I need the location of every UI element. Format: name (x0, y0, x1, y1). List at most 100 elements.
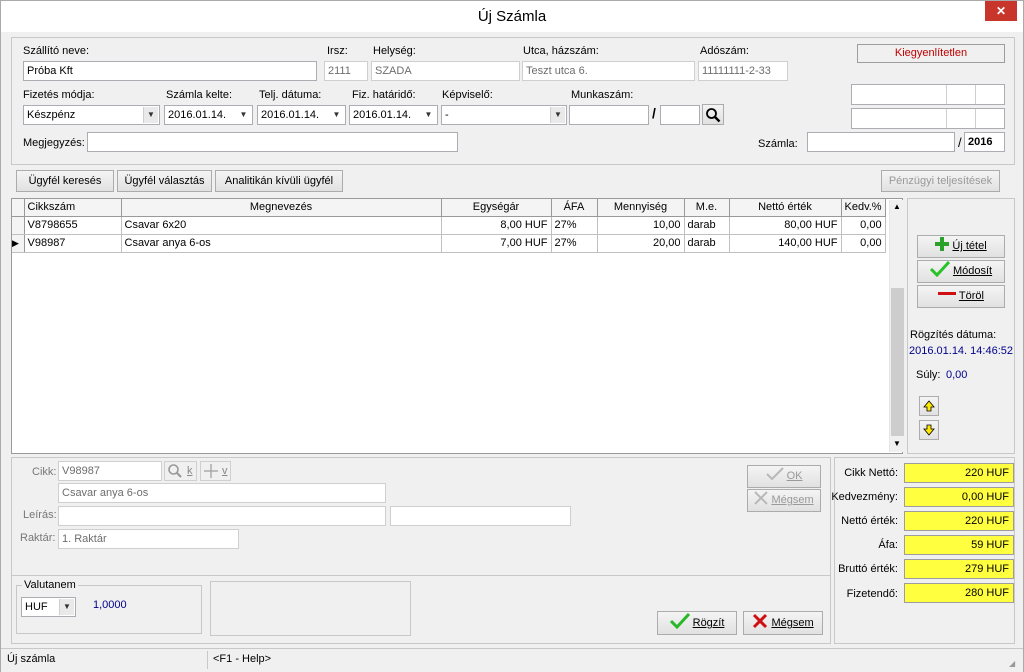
store-field[interactable]: 1. Raktár (58, 529, 239, 549)
zip-label: Irsz: (327, 45, 348, 57)
financial-label: Pénzügyi teljesítések (888, 175, 993, 187)
zip-field[interactable]: 2111 (324, 61, 368, 81)
extra-field-1[interactable] (851, 84, 1005, 105)
sum-label: Bruttó érték: (838, 563, 898, 575)
item-label: Cikk: (32, 466, 57, 478)
row-indicator: ▶ (12, 234, 25, 253)
checkmark-icon (929, 260, 950, 278)
weight-value: 0,00 (946, 369, 968, 381)
item-search-button[interactable]: k (164, 461, 197, 481)
outside-customer-button[interactable]: Analitikán kívüli ügyfél (215, 170, 343, 192)
cancel-button[interactable]: Mégsem (743, 611, 823, 635)
issue-date-picker[interactable]: 2016.01.14. ▼ (164, 105, 253, 125)
window-title: Új Számla (477, 8, 547, 25)
chevron-down-icon[interactable]: ▼ (421, 107, 436, 123)
col-header[interactable]: Nettó érték (729, 199, 842, 217)
divider (946, 85, 947, 104)
financial-button[interactable]: Pénzügyi teljesítések (881, 170, 1000, 192)
move-down-button[interactable] (919, 420, 939, 440)
supplier-name-field[interactable]: Próba Kft (23, 61, 317, 81)
sum-value: 280 HUF (904, 583, 1014, 603)
cancel-label: Mégsem (771, 617, 814, 629)
extra-field-2[interactable] (851, 108, 1005, 129)
cell-net: 140,00 HUF (729, 234, 842, 253)
col-header[interactable]: Kedv.% (841, 199, 886, 217)
item-code-field[interactable]: V98987 (58, 461, 162, 481)
chevron-down-icon[interactable]: ▼ (550, 107, 565, 123)
customer-select-button[interactable]: Ügyfél választás (117, 170, 212, 192)
invoice-year-field[interactable]: 2016 (964, 132, 1005, 152)
rec-date-value: 2016.01.14. 14:46:52 (909, 345, 1013, 357)
job-search-button[interactable] (702, 104, 724, 125)
street-field[interactable]: Teszt utca 6. (522, 61, 695, 81)
supplier-label: Szállító neve: (23, 45, 90, 57)
save-button[interactable]: Rögzít (657, 611, 737, 635)
col-header[interactable]: Mennyiség (597, 199, 685, 217)
col-header[interactable]: Megnevezés (121, 199, 442, 217)
close-icon[interactable]: ✕ (985, 1, 1017, 21)
desc-field-2[interactable] (390, 506, 571, 526)
chevron-down-icon[interactable]: ▼ (59, 599, 74, 615)
chevron-down-icon[interactable]: ▼ (329, 107, 344, 123)
due-date-picker[interactable]: 2016.01.14. ▼ (349, 105, 438, 125)
modify-label: Módosít (952, 265, 993, 277)
street-label: Utca, házszám: (523, 45, 599, 57)
table-row[interactable]: ▶ V98987 Csavar anya 6-os 7,00 HUF 27% 2… (12, 234, 886, 253)
store-label: Raktár: (20, 532, 56, 544)
search-icon (168, 464, 182, 478)
invoice-number-field[interactable] (807, 132, 955, 152)
item-variant-button[interactable]: v (200, 461, 231, 481)
perf-date-picker[interactable]: 2016.01.14. ▼ (257, 105, 346, 125)
col-header[interactable]: M.e. (684, 199, 730, 217)
cell-unit-price: 8,00 HUF (441, 216, 552, 235)
due-date-label: Fiz. határidő: (352, 89, 416, 101)
resize-grip-icon[interactable]: ◢ (1009, 659, 1015, 668)
currency-select[interactable]: HUF ▼ (21, 597, 76, 617)
note-label: Megjegyzés: (23, 137, 85, 149)
sum-label: Fizetendő: (846, 588, 898, 600)
new-item-label: Új tétel (952, 240, 987, 252)
payment-select[interactable]: Készpénz ▼ (23, 105, 160, 125)
col-header[interactable]: Egységár (441, 199, 552, 217)
modify-button[interactable]: Módosít (917, 260, 1005, 283)
move-up-button[interactable] (919, 396, 939, 416)
divider (12, 575, 830, 576)
cell-quantity: 20,00 (597, 234, 685, 253)
rep-select[interactable]: - ▼ (441, 105, 567, 125)
cell-net: 80,00 HUF (729, 216, 842, 235)
new-item-button[interactable]: Új tétel (917, 235, 1005, 258)
note-field[interactable] (87, 132, 458, 152)
crosshair-icon (204, 464, 218, 478)
currency-label: Valutanem (22, 579, 78, 591)
invoice-separator: / (958, 135, 962, 150)
desc-field-1[interactable] (58, 506, 386, 526)
tax-field[interactable]: 11111111-2-33 (698, 61, 788, 81)
chevron-down-icon[interactable]: ▼ (236, 107, 251, 123)
cell-discount: 0,00 (841, 216, 886, 235)
job-suffix-field[interactable] (660, 105, 700, 125)
cell-quantity: 10,00 (597, 216, 685, 235)
scroll-thumb[interactable] (891, 288, 904, 436)
table-scrollbar[interactable]: ▲ ▼ (889, 200, 904, 452)
item-name-field[interactable]: Csavar anya 6-os (58, 483, 386, 503)
sum-value: 220 HUF (904, 511, 1014, 531)
cell-name: Csavar 6x20 (121, 216, 442, 235)
city-field[interactable]: SZADA (371, 61, 520, 81)
sum-label: Kedvezmény: (831, 491, 898, 503)
customer-search-button[interactable]: Ügyfél keresés (16, 170, 114, 192)
delete-button[interactable]: Töröl (917, 285, 1005, 308)
divider (975, 109, 976, 128)
job-number-field[interactable] (569, 105, 649, 125)
cell-unit-price: 7,00 HUF (441, 234, 552, 253)
chevron-down-icon[interactable]: ▼ (143, 107, 158, 123)
col-header[interactable]: ÁFA (551, 199, 598, 217)
invoice-label: Számla: (758, 138, 798, 150)
customer-search-label: Ügyfél keresés (28, 175, 102, 187)
col-header[interactable]: Cikkszám (24, 199, 122, 217)
items-table: Cikkszám Megnevezés Egységár ÁFA Mennyis… (11, 198, 904, 454)
table-row[interactable]: V8798655 Csavar 6x20 8,00 HUF 27% 10,00 … (12, 216, 886, 235)
cell-vat: 27% (551, 234, 598, 253)
scroll-down-icon[interactable]: ▼ (893, 439, 901, 448)
scroll-up-icon[interactable]: ▲ (893, 202, 901, 211)
row-indicator-header (12, 199, 25, 217)
